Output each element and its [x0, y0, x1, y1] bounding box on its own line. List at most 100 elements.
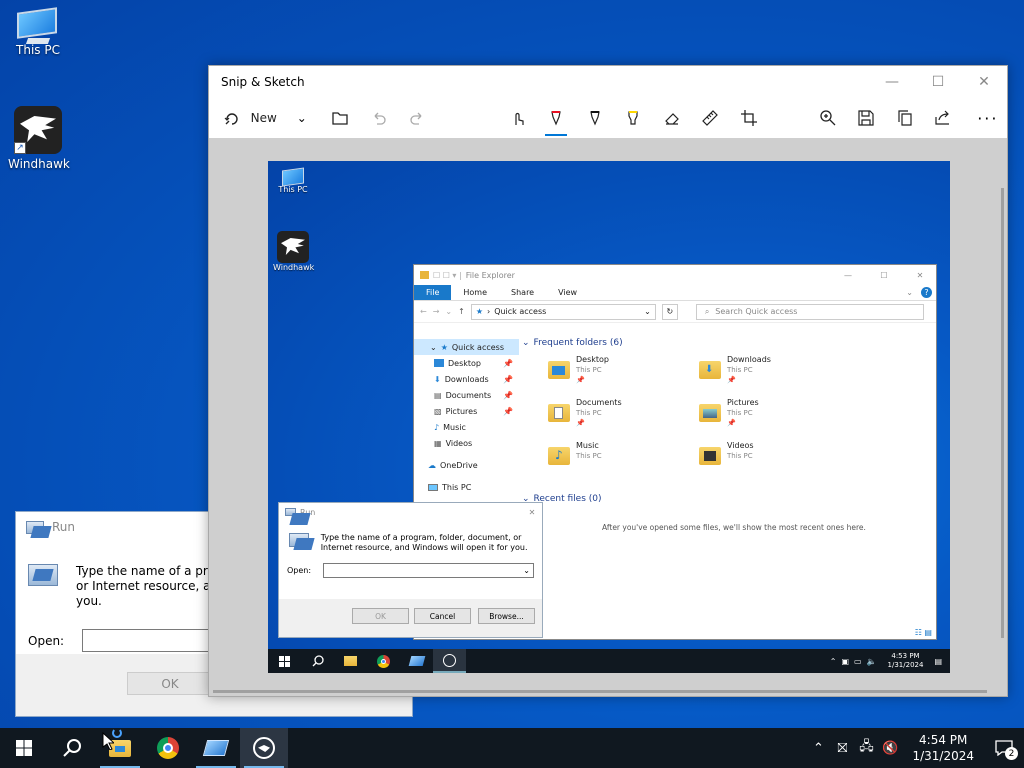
open-label: Open:	[287, 566, 312, 575]
folder-music: ♪ Music This PC	[548, 441, 678, 481]
snip-titlebar[interactable]: Snip & Sketch — ☐ ✕	[209, 66, 1007, 98]
taskbar-snip-sketch[interactable]	[192, 728, 240, 768]
nav-label: Quick access	[451, 342, 504, 352]
tab-share: Share	[511, 288, 535, 297]
pin-icon: 📌	[576, 419, 585, 427]
nav-label: Music	[443, 422, 466, 432]
notification-count: 2	[1005, 747, 1018, 760]
touch-writing-icon	[514, 112, 524, 125]
maximize-button[interactable]: ☐	[915, 66, 961, 98]
search-icon	[301, 649, 334, 673]
snip-sketch-window: Snip & Sketch — ☐ ✕ New ⌄ ··· This PC Wi…	[208, 65, 1008, 697]
windows-start-icon	[16, 740, 32, 756]
run-program-icon	[28, 564, 58, 586]
copy-button[interactable]	[886, 98, 925, 138]
snip-sketch-icon	[400, 649, 433, 673]
maximize-icon: ☐	[880, 270, 888, 280]
mini-ok-button: OK	[352, 608, 409, 624]
new-snip-button[interactable]: New	[217, 98, 283, 138]
pin-icon: 📌	[727, 419, 736, 427]
start-button[interactable]	[0, 728, 48, 768]
desktop-icon-windhawk[interactable]: ↗ Windhawk	[8, 106, 70, 171]
explorer-ribbon: File Home Share View ⌄ ?	[414, 285, 936, 301]
star-icon: ★	[440, 342, 448, 352]
music-icon: ♪	[434, 422, 440, 432]
ethernet-icon: 🖧	[859, 739, 874, 754]
star-icon: ★	[475, 307, 483, 316]
highlighter-icon	[628, 111, 638, 125]
highlighter-button[interactable]	[614, 98, 653, 138]
network-icon: ▣	[841, 656, 849, 666]
forward-icon: →	[432, 307, 440, 316]
file-explorer-icon	[334, 649, 367, 673]
redo-icon	[410, 112, 422, 125]
chevron-down-icon: ⌄	[296, 111, 307, 125]
pin-icon: 📌	[503, 374, 513, 384]
tray-network-alert[interactable]: ⛝	[830, 728, 854, 768]
eraser-button[interactable]	[652, 98, 691, 138]
search-placeholder: Search Quick access	[715, 307, 798, 316]
chevron-down-icon: ⌄	[644, 307, 651, 316]
chevron-down-icon: ⌄	[522, 338, 530, 348]
share-button[interactable]	[924, 98, 963, 138]
search-icon: ⌕	[704, 306, 710, 316]
pencil-icon	[589, 111, 600, 126]
snip-canvas[interactable]: This PC Windhawk ☐ ☐ ▾ | File Explorer —…	[209, 138, 1007, 696]
folder-desktop: Desktop This PC 📌	[548, 355, 678, 395]
windhawk-icon	[433, 649, 466, 673]
ballpoint-pen-button[interactable]	[537, 98, 576, 138]
desktop-icon-this-pc[interactable]: This PC	[8, 7, 68, 57]
search-icon	[63, 739, 81, 757]
mini-cancel-button: Cancel	[414, 608, 471, 624]
folder-documents: Documents This PC 📌	[548, 398, 678, 438]
vertical-scrollbar[interactable]	[1001, 188, 1004, 638]
volume-muted-icon: 🔈	[866, 656, 877, 666]
window-title: Snip & Sketch	[221, 75, 305, 89]
chevron-down-icon: ⌄	[906, 288, 913, 297]
horizontal-scrollbar[interactable]	[213, 690, 987, 693]
taskbar-chrome[interactable]	[144, 728, 192, 768]
snip-delay-dropdown[interactable]: ⌄	[283, 98, 322, 138]
nav-label: Documents	[445, 390, 492, 400]
chevron-down-icon: ⌄	[523, 566, 530, 575]
touch-writing-button[interactable]	[498, 98, 537, 138]
nav-label: Pictures	[445, 406, 478, 416]
ok-button[interactable]: OK	[127, 672, 213, 695]
tray-volume[interactable]: 🔇	[878, 728, 902, 768]
action-center-button[interactable]: 2	[984, 728, 1024, 768]
screenshot-image: This PC Windhawk ☐ ☐ ▾ | File Explorer —…	[268, 161, 950, 673]
taskbar-windhawk[interactable]	[240, 728, 288, 768]
clock-date: 1/31/2024	[912, 749, 974, 763]
nav-item-music: ♪ Music	[414, 419, 519, 435]
folder-icon: ♪	[548, 447, 570, 465]
nav-item-pictures: ▧ Pictures 📌	[414, 403, 519, 419]
ruler-button[interactable]	[691, 98, 730, 138]
chevron-down-icon: ⌄	[430, 342, 437, 352]
tray-network[interactable]: 🖧	[854, 728, 878, 768]
cloud-icon: ☁	[428, 460, 436, 470]
close-icon: ✕	[916, 270, 924, 280]
folder-icon	[699, 404, 721, 422]
nav-label: OneDrive	[440, 460, 478, 470]
close-button[interactable]: ✕	[961, 66, 1007, 98]
show-hidden-icons-button[interactable]: ⌃	[806, 728, 830, 768]
open-file-button[interactable]	[321, 98, 360, 138]
more-button[interactable]: ···	[969, 98, 1008, 138]
redo-button[interactable]	[398, 98, 437, 138]
taskbar-clock[interactable]: 4:54 PM 1/31/2024	[902, 732, 984, 764]
undo-button[interactable]	[360, 98, 399, 138]
zoom-button[interactable]	[808, 98, 847, 138]
up-icon: ↑	[458, 307, 465, 316]
video-icon: ▦	[434, 438, 442, 448]
save-button[interactable]	[847, 98, 886, 138]
crop-button[interactable]	[729, 98, 768, 138]
minimize-button[interactable]: —	[869, 66, 915, 98]
chevron-down-icon: ⌄	[445, 307, 453, 316]
search-button[interactable]	[48, 728, 96, 768]
more-icon: ···	[977, 108, 999, 128]
download-icon: ⬇	[434, 374, 441, 384]
mini-clock-time: 4:53 PM	[891, 652, 920, 660]
pencil-button[interactable]	[575, 98, 614, 138]
save-icon	[858, 110, 874, 126]
run-icon	[26, 520, 44, 534]
